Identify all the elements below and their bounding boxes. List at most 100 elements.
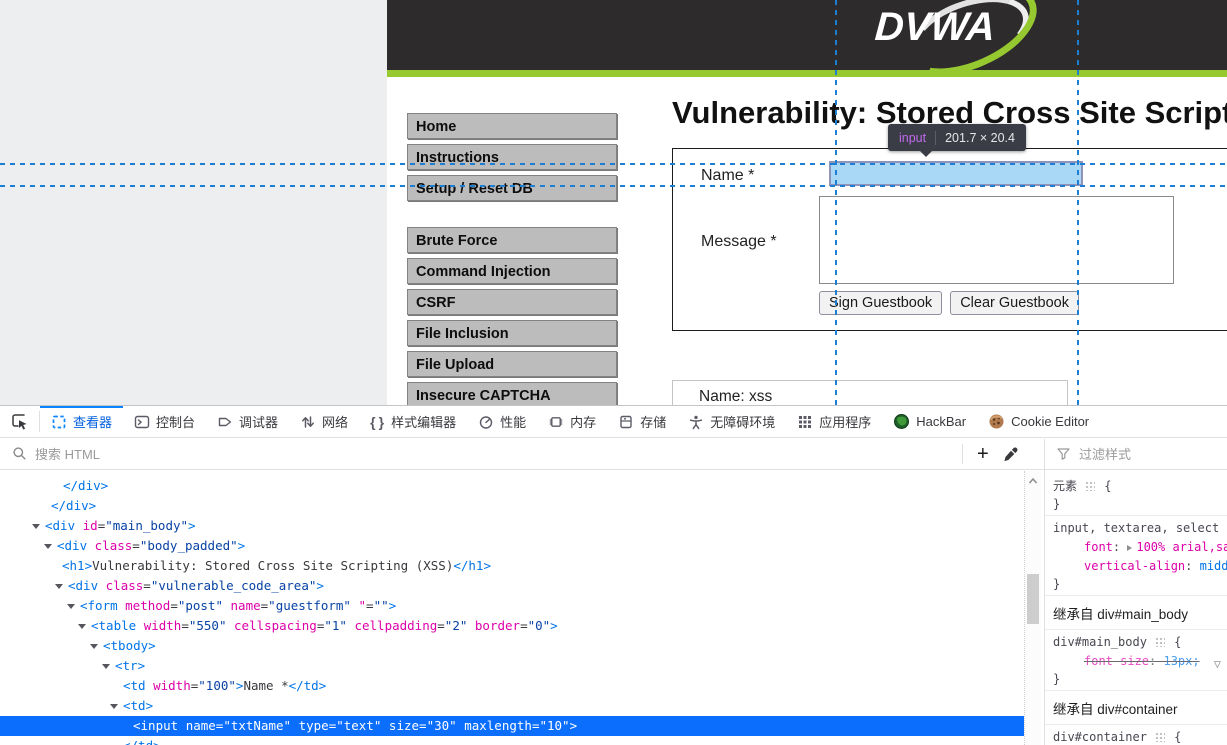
- tab-label: 调试器: [239, 415, 279, 430]
- css-rule: input, textarea, select {font: 100% aria…: [1045, 516, 1227, 596]
- tree-row[interactable]: <form method="post" name="guestform" "="…: [0, 596, 1024, 616]
- twisty-expand-icon[interactable]: [90, 644, 98, 649]
- tab-memory[interactable]: 内存: [537, 406, 607, 437]
- hackbar-icon: [894, 414, 910, 429]
- twisty-expand-icon[interactable]: [67, 604, 75, 609]
- tab-label: 应用程序: [819, 415, 872, 430]
- twisty-expand-icon[interactable]: [44, 544, 52, 549]
- tree-row[interactable]: <tr>: [0, 656, 1024, 676]
- search-html-input[interactable]: 搜索 HTML: [12, 438, 100, 469]
- css-rule: 元素 {}: [1045, 474, 1227, 516]
- tree-row[interactable]: <table width="550" cellspacing="1" cellp…: [0, 616, 1024, 636]
- dvwa-logo: DVWA: [865, 0, 1051, 94]
- tree-row[interactable]: <tbody>: [0, 636, 1024, 656]
- twisty-expand-icon[interactable]: [55, 584, 63, 589]
- tree-row[interactable]: <div id="main_body">: [0, 516, 1024, 536]
- infobar-dimensions: 201.7 × 20.4: [945, 130, 1015, 145]
- tree-row[interactable]: <td>: [0, 696, 1024, 716]
- tab-console[interactable]: 控制台: [123, 406, 206, 437]
- highlighter-guide-vertical-left: [835, 0, 837, 405]
- tab-label: HackBar: [916, 414, 967, 429]
- infobar-divider: [935, 130, 937, 145]
- tree-row[interactable]: </div>: [0, 476, 1024, 496]
- nav-insecure-captcha[interactable]: Insecure CAPTCHA: [407, 382, 617, 405]
- dvwa-menu: Home Instructions Setup / Reset DB Brute…: [407, 113, 617, 405]
- rule-selector[interactable]: div#container: [1053, 730, 1147, 744]
- tree-row[interactable]: <div class="vulnerable_code_area">: [0, 576, 1024, 596]
- css-declaration[interactable]: vertical-align: middle: [1053, 557, 1227, 576]
- grid-dots-icon: [1153, 731, 1165, 742]
- tab-label: 网络: [322, 415, 349, 430]
- css-declaration[interactable]: font: 100% arial,sans-serif: [1053, 538, 1227, 557]
- tab-label: 样式编辑器: [391, 415, 457, 430]
- markup-scrollbar[interactable]: [1024, 471, 1041, 745]
- tab-accessibility[interactable]: 无障碍环境: [677, 406, 786, 437]
- tab-label: 内存: [570, 415, 597, 430]
- inherited-from-header: 继承自 div#main_body: [1045, 596, 1227, 630]
- inherited-from-header: 继承自 div#container: [1045, 691, 1227, 725]
- tab-cookie-editor[interactable]: Cookie Editor: [977, 406, 1100, 437]
- dvwa-page-body: Home Instructions Setup / Reset DB Brute…: [387, 77, 1227, 405]
- tab-network[interactable]: 网络: [289, 406, 359, 437]
- pane-divider[interactable]: [1044, 439, 1045, 745]
- eyedropper-button[interactable]: [1003, 446, 1019, 462]
- tab-label: 控制台: [156, 415, 196, 430]
- twisty-expand-icon[interactable]: [110, 704, 118, 709]
- tree-row[interactable]: <td width="100">Name *</td>: [0, 676, 1024, 696]
- message-textarea[interactable]: [819, 196, 1174, 284]
- inspector-content: </div> </div> <div id="main_body"> <div cla…: [0, 471, 1227, 745]
- tab-performance[interactable]: 性能: [467, 406, 537, 437]
- devtools-panel: 查看器 控制台 调试器 网络 { } 样式编辑器 性能 内存 存储 无障碍环境 …: [0, 405, 1227, 745]
- rule-selector[interactable]: div#main_body: [1053, 635, 1147, 649]
- css-declaration[interactable]: font-size: 13px; ▽: [1053, 652, 1227, 671]
- nav-brute-force[interactable]: Brute Force: [407, 227, 617, 253]
- tree-row-selected[interactable]: <input name="txtName" type="text" size="…: [0, 716, 1024, 736]
- guestbook-entry-name: Name: xss: [699, 388, 773, 405]
- grid-dots-icon: [1084, 480, 1096, 491]
- nav-file-inclusion[interactable]: File Inclusion: [407, 320, 617, 346]
- logo-text: DVWA: [873, 5, 997, 49]
- nav-command-injection[interactable]: Command Injection: [407, 258, 617, 284]
- style-editor-icon: { }: [370, 413, 386, 430]
- nav-file-upload[interactable]: File Upload: [407, 351, 617, 377]
- nav-csrf[interactable]: CSRF: [407, 289, 617, 315]
- tab-storage[interactable]: 存储: [607, 406, 677, 437]
- tree-row[interactable]: <div class="body_padded">: [0, 536, 1024, 556]
- highlighter-guide-vertical-right: [1077, 0, 1079, 405]
- rule-selector[interactable]: input, textarea, select: [1053, 521, 1219, 535]
- tab-hackbar[interactable]: HackBar: [882, 406, 977, 437]
- tab-inspector[interactable]: 查看器: [40, 406, 124, 437]
- clear-guestbook-button[interactable]: Clear Guestbook: [950, 291, 1079, 315]
- scroll-up-arrow[interactable]: [1027, 475, 1039, 487]
- filter-styles-input[interactable]: 过滤样式: [1056, 438, 1131, 469]
- nav-instructions[interactable]: Instructions: [407, 144, 617, 170]
- create-new-node-button[interactable]: +: [977, 444, 989, 464]
- twisty-expand-icon[interactable]: [78, 624, 86, 629]
- tree-row[interactable]: </div>: [0, 496, 1024, 516]
- twisty-expand-icon[interactable]: [102, 664, 110, 669]
- filter-placeholder: 过滤样式: [1079, 447, 1132, 462]
- markup-tree: </div> </div> <div id="main_body"> <div cla…: [0, 471, 1024, 745]
- highlighter-infobar: input 201.7 × 20.4: [888, 124, 1026, 157]
- rule-selector[interactable]: 元素: [1053, 479, 1077, 493]
- overridden-filter-icon[interactable]: ▽: [1214, 655, 1221, 674]
- tree-row[interactable]: <h1>Vulnerability: Stored Cross Site Scr…: [0, 556, 1024, 576]
- twisty-expand-icon[interactable]: [32, 524, 40, 529]
- tree-row[interactable]: </td>: [0, 736, 1024, 745]
- css-rule: div#container {font-size: 13px;▽}: [1045, 725, 1227, 745]
- nav-setup-reset-db[interactable]: Setup / Reset DB: [407, 175, 617, 201]
- element-picker-button[interactable]: [0, 406, 39, 437]
- toolbar-separator: [962, 443, 963, 464]
- tab-debugger[interactable]: 调试器: [206, 406, 289, 437]
- debugger-icon: [218, 417, 232, 426]
- shorthand-expander-icon[interactable]: [1127, 545, 1133, 551]
- cookie-editor-icon: [989, 414, 1004, 429]
- rules-view: 元素 {}input, textarea, select {font: 100%…: [1045, 471, 1227, 745]
- scrollbar-thumb[interactable]: [1027, 574, 1039, 624]
- message-label: Message *: [701, 233, 777, 250]
- nav-home[interactable]: Home: [407, 113, 617, 139]
- tab-style-editor[interactable]: { } 样式编辑器: [359, 406, 467, 437]
- css-rule: div#main_body {font-size: 13px; ▽}: [1045, 630, 1227, 691]
- sign-guestbook-button[interactable]: Sign Guestbook: [819, 291, 943, 315]
- tab-application[interactable]: 应用程序: [786, 406, 882, 437]
